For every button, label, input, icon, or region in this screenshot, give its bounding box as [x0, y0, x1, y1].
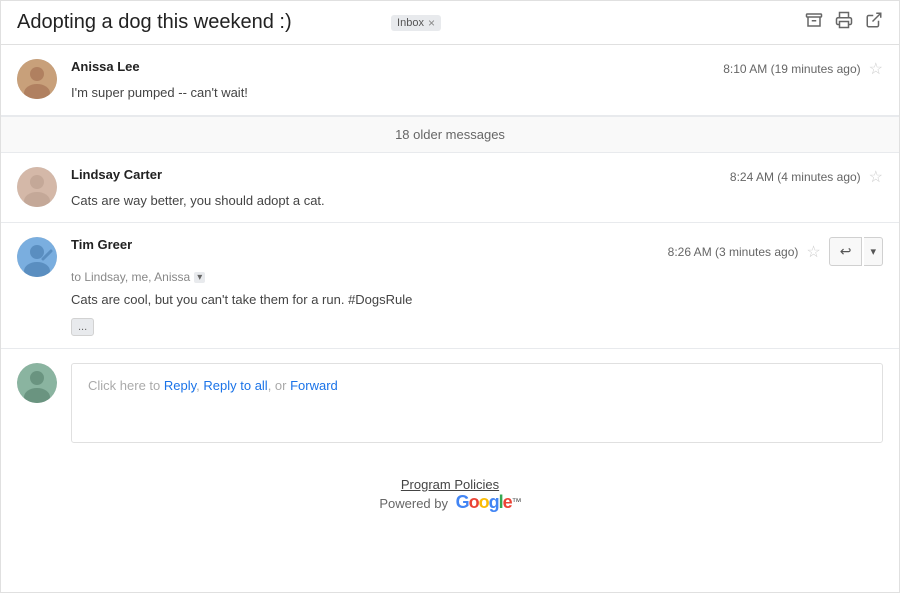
timestamp: 8:24 AM (4 minutes ago): [730, 170, 861, 184]
reply-dropdown-button[interactable]: ▾: [864, 237, 883, 266]
message-body: Cats are cool, but you can't take them f…: [71, 290, 883, 310]
avatar-me: [17, 363, 57, 403]
expand-dots[interactable]: ...: [71, 318, 94, 336]
message-top: Anissa Lee 8:10 AM (19 minutes ago) ☆: [71, 59, 883, 79]
inbox-badge-close[interactable]: ×: [428, 17, 435, 29]
message-meta: 8:10 AM (19 minutes ago) ☆: [723, 59, 883, 79]
avatar: [17, 167, 57, 207]
star-icon[interactable]: ☆: [806, 242, 820, 262]
program-policies-link[interactable]: Program Policies: [401, 477, 499, 492]
google-letter-o2: o: [479, 492, 489, 513]
messages-container: Anissa Lee 8:10 AM (19 minutes ago) ☆ I'…: [1, 45, 899, 348]
star-icon[interactable]: ☆: [869, 59, 883, 79]
message-meta: 8:24 AM (4 minutes ago) ☆: [730, 167, 883, 187]
reply-buttons: ↩ ▾: [829, 237, 883, 266]
message-body: I'm super pumped -- can't wait!: [71, 83, 883, 103]
sender-name: Anissa Lee: [71, 59, 140, 74]
message-top: Lindsay Carter 8:24 AM (4 minutes ago) ☆: [71, 167, 883, 187]
header-icons: [805, 11, 883, 34]
timestamp: 8:26 AM (3 minutes ago): [668, 245, 799, 259]
google-trademark: ™: [512, 497, 521, 508]
popout-icon[interactable]: [865, 11, 883, 34]
archive-icon[interactable]: [805, 11, 823, 34]
inbox-badge: Inbox ×: [391, 15, 441, 31]
google-letter-g: G: [456, 492, 469, 513]
avatar: [17, 237, 57, 277]
reply-all-link[interactable]: Reply to all: [203, 378, 267, 393]
reply-button[interactable]: ↩: [829, 237, 863, 266]
message-content: Anissa Lee 8:10 AM (19 minutes ago) ☆ I'…: [71, 59, 883, 103]
avatar: [17, 59, 57, 99]
forward-link[interactable]: Forward: [290, 378, 338, 393]
message-row: Lindsay Carter 8:24 AM (4 minutes ago) ☆…: [1, 153, 899, 224]
footer-powered-by: Powered by Google™: [1, 492, 899, 513]
powered-by-text: Powered by: [379, 496, 451, 511]
sender-name: Tim Greer: [71, 237, 132, 252]
reply-link[interactable]: Reply: [164, 378, 196, 393]
sender-name: Lindsay Carter: [71, 167, 162, 182]
google-letter-o1: o: [469, 492, 479, 513]
thread-title: Adopting a dog this weekend :): [17, 11, 381, 34]
google-logo: Google™: [456, 492, 521, 513]
thread-header: Adopting a dog this weekend :) Inbox ×: [1, 1, 899, 45]
print-icon[interactable]: [835, 11, 853, 34]
email-thread-page: Adopting a dog this weekend :) Inbox ×: [0, 0, 900, 593]
message-content: Lindsay Carter 8:24 AM (4 minutes ago) ☆…: [71, 167, 883, 211]
google-letter-e: e: [503, 492, 512, 513]
message-meta: 8:26 AM (3 minutes ago) ☆ ↩ ▾: [668, 237, 883, 266]
message-body: Cats are way better, you should adopt a …: [71, 191, 883, 211]
message-row: Anissa Lee 8:10 AM (19 minutes ago) ☆ I'…: [1, 45, 899, 116]
inbox-badge-label: Inbox: [397, 17, 424, 29]
message-top: Tim Greer 8:26 AM (3 minutes ago) ☆ ↩ ▾: [71, 237, 883, 266]
message-row: Tim Greer 8:26 AM (3 minutes ago) ☆ ↩ ▾ …: [1, 223, 899, 348]
google-letter-g2: g: [489, 492, 499, 513]
to-label: to Lindsay, me, Anissa: [71, 270, 190, 284]
message-content: Tim Greer 8:26 AM (3 minutes ago) ☆ ↩ ▾ …: [71, 237, 883, 336]
reply-box[interactable]: Click here to Reply, Reply to all, or Fo…: [71, 363, 883, 443]
to-dropdown[interactable]: ▾: [194, 272, 205, 283]
footer-policies: Program Policies: [1, 477, 899, 492]
timestamp: 8:10 AM (19 minutes ago): [723, 62, 860, 76]
to-line: to Lindsay, me, Anissa ▾: [71, 270, 883, 284]
footer: Program Policies Powered by Google™: [1, 457, 899, 537]
older-messages-divider: 18 older messages: [1, 116, 899, 153]
reply-box-row: Click here to Reply, Reply to all, or Fo…: [1, 348, 899, 457]
star-icon[interactable]: ☆: [869, 167, 883, 187]
older-messages-label: 18 older messages: [395, 127, 505, 142]
